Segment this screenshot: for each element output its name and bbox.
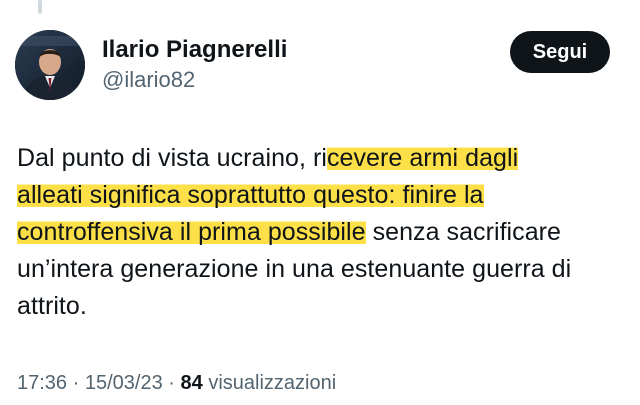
avatar-image [15, 30, 85, 100]
highlighted-text: alleati significa soprattutto questo: fi… [17, 181, 484, 209]
highlighted-text: cevere armi dagli [326, 144, 519, 172]
tweet-time[interactable]: 17:36 [17, 372, 67, 394]
views-label: visualizzazioni [208, 372, 337, 394]
author-name[interactable]: Ilario Piagnerelli [102, 36, 287, 64]
tweet-text: Dal punto di vista ucraino, ricevere arm… [17, 140, 632, 325]
tweet-meta: 17:36 · 15/03/23 · 84 visualizzazioni [17, 370, 336, 396]
tweet-date[interactable]: 15/03/23 [85, 372, 163, 394]
tweet-card: Ilario Piagnerelli @ilario82 Segui Dal p… [0, 0, 640, 405]
tweet-line: controffensiva il prima possibile senza … [17, 218, 561, 246]
meta-separator: · [72, 372, 80, 394]
meta-separator: · [168, 372, 175, 394]
follow-button[interactable]: Segui [510, 31, 610, 73]
author-handle[interactable]: @ilario82 [102, 66, 287, 94]
highlighted-text: controffensiva il prima possibile [17, 218, 366, 246]
views-count: 84 [180, 372, 203, 394]
tweet-line: attrito. [17, 292, 87, 320]
tweet-line: un’intera generazione in una estenuante … [17, 255, 572, 283]
avatar[interactable] [15, 30, 85, 100]
tweet-line: alleati significa soprattutto questo: fi… [17, 177, 632, 214]
thread-connector [38, 0, 42, 14]
tweet-line: Dal punto di vista ucraino, ricevere arm… [17, 144, 519, 172]
author-block: Ilario Piagnerelli @ilario82 [102, 36, 287, 94]
